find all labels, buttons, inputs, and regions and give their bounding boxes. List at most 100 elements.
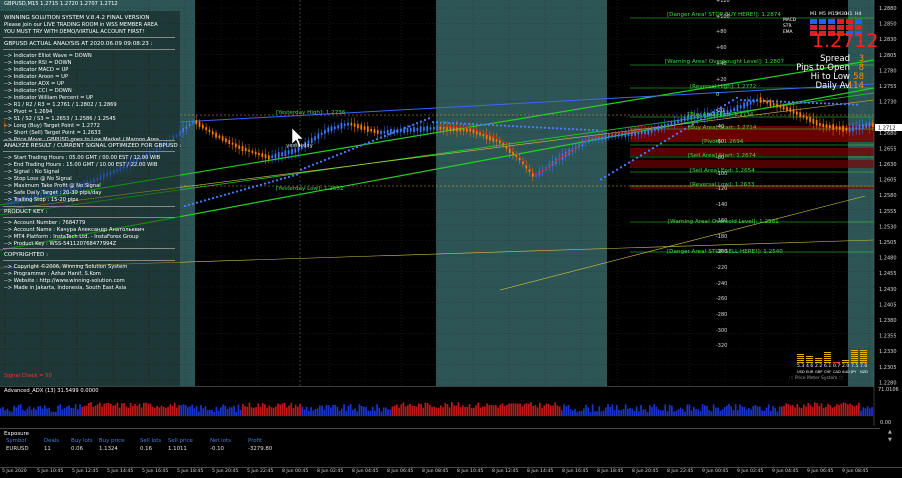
pip-tick-label: +80 xyxy=(716,29,727,36)
adx-scale-bottom: 0.00 xyxy=(880,420,892,426)
adx-bar xyxy=(697,409,700,416)
adx-bar xyxy=(587,407,590,416)
sell-mark xyxy=(522,160,525,162)
price-tick-label: 1.2830 xyxy=(879,37,897,43)
candle-body xyxy=(393,129,396,134)
pip-tick-label: +120 xyxy=(716,0,730,4)
supertrend-dot xyxy=(675,132,679,135)
strength-currency: NZD xyxy=(860,370,868,374)
supertrend-dot xyxy=(423,118,427,122)
adx-bar xyxy=(187,407,189,416)
adx-bar xyxy=(541,407,543,416)
candle-body xyxy=(799,112,801,117)
adx-bar xyxy=(334,404,337,416)
adx-bar xyxy=(567,404,570,416)
adx-bar xyxy=(825,407,827,416)
candle-body xyxy=(261,153,264,158)
adx-indicator-panel[interactable] xyxy=(0,386,902,426)
exposure-header: Net lots xyxy=(210,438,231,444)
supertrend-dot xyxy=(575,128,579,131)
candle-body xyxy=(327,127,330,133)
strength-bar-segment xyxy=(815,358,822,360)
adx-bar xyxy=(794,407,796,416)
adx-bar xyxy=(393,405,396,416)
candle-body xyxy=(766,100,768,104)
adx-bar xyxy=(105,403,108,416)
adx-bar xyxy=(178,405,180,416)
sell-mark xyxy=(552,162,555,165)
adx-bar xyxy=(686,404,689,416)
adx-bar xyxy=(354,408,356,416)
supertrend-dot xyxy=(379,136,383,139)
supertrend-dot xyxy=(591,129,595,132)
adx-bar xyxy=(776,411,779,416)
candle-body xyxy=(274,153,277,159)
candle-body xyxy=(462,127,465,132)
adx-bar xyxy=(688,404,691,416)
adx-label: Advanced_ADX (13) 31.5499 0.0000 xyxy=(4,388,99,394)
adx-bar xyxy=(510,403,513,416)
sell-mark xyxy=(476,129,479,132)
pip-tick-label: -220 xyxy=(716,264,728,271)
candle-body xyxy=(433,126,435,130)
info-list-line: --> Stop Loss @ No Signal xyxy=(4,176,72,182)
adx-bar xyxy=(598,406,601,416)
strength-value: 2.0 xyxy=(842,364,850,369)
sell-mark xyxy=(463,126,466,129)
candle-body xyxy=(205,127,207,131)
adx-bar xyxy=(580,410,583,416)
candle-body xyxy=(789,107,792,112)
supertrend-dot xyxy=(259,183,263,186)
supertrend-dot xyxy=(631,159,635,162)
price-tick-label: 1.2805 xyxy=(879,53,897,59)
strength-value: 6.1 xyxy=(824,364,832,369)
adx-bar xyxy=(605,407,607,416)
strength-value: 7.5 xyxy=(851,364,859,369)
adx-bar xyxy=(140,407,143,416)
price-tick-label: 1.2880 xyxy=(879,6,897,12)
adx-bar xyxy=(578,411,581,416)
adx-bar xyxy=(409,403,411,416)
sell-mark xyxy=(535,174,538,177)
adx-bar xyxy=(594,411,596,416)
adx-bar xyxy=(840,403,843,416)
adx-bar xyxy=(8,410,11,416)
price-tick-label: 1.2780 xyxy=(879,68,897,74)
candle-body xyxy=(637,131,640,135)
scroll-up-icon[interactable]: ▲ xyxy=(888,429,892,435)
candle-body xyxy=(815,120,818,126)
adx-bar xyxy=(114,404,117,416)
strength-caption: ::: Price Meter System ::: xyxy=(789,376,844,381)
adx-bar xyxy=(6,408,9,416)
scroll-down-icon[interactable]: ▼ xyxy=(888,437,892,443)
sell-mark xyxy=(562,155,565,158)
supertrend-dot xyxy=(851,103,855,106)
sell-mark xyxy=(496,137,499,140)
strength-bar-segment xyxy=(851,360,858,362)
candle-body xyxy=(254,151,257,155)
current-price-tag-text: 1.2712 xyxy=(878,126,896,132)
strength-bar-segment xyxy=(860,358,867,360)
scroll-arrows[interactable]: ▲ ▼ xyxy=(882,429,902,466)
adx-bar xyxy=(2,407,4,416)
adx-bar xyxy=(800,407,803,416)
strength-bar-segment xyxy=(797,354,804,356)
candle-body xyxy=(271,155,273,159)
product-title: PRODUCT KEY : xyxy=(4,209,48,215)
adx-bar xyxy=(827,403,829,416)
exposure-cell: 11 xyxy=(44,446,51,452)
adx-bar xyxy=(611,404,614,416)
supertrend-dot xyxy=(511,125,515,128)
adx-bar xyxy=(759,406,761,416)
tf-row-label: MACD xyxy=(783,18,797,23)
time-tick-label: 8 Jun 10:45 xyxy=(457,469,484,474)
adx-bar xyxy=(734,404,737,416)
adx-bar xyxy=(525,403,528,416)
time-axis: 5 Jun 2020 5 Jun 10:45 5 Jun 12:45 5 Jun 14… xyxy=(0,467,902,478)
adx-bar xyxy=(99,402,101,416)
supertrend-dot xyxy=(823,102,827,105)
adx-bar xyxy=(695,409,697,416)
adx-bar xyxy=(77,409,79,416)
sell-mark xyxy=(499,138,502,141)
supertrend-dot xyxy=(359,144,363,147)
